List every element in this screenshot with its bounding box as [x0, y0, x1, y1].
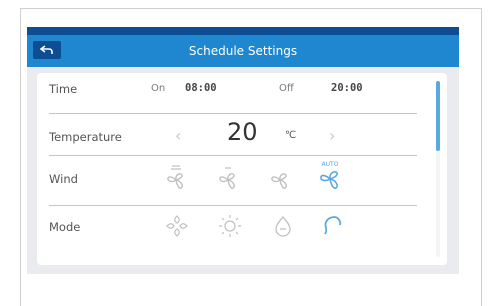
fan-auto-label: AUTO [322, 161, 339, 168]
temperature-decrease-button[interactable]: ‹ [175, 126, 181, 145]
fan-high-icon[interactable] [269, 163, 291, 191]
row-divider [49, 155, 417, 156]
wind-label: Wind [49, 172, 78, 186]
temperature-value: 20 [227, 118, 258, 146]
on-label: On [151, 83, 166, 94]
off-label: Off [279, 83, 294, 94]
controller-screen: Schedule Settings Time On 08:00 Off 20:0… [27, 27, 459, 274]
fan-auto-icon[interactable]: AUTO [317, 159, 343, 191]
settings-panel: Time On 08:00 Off 20:00 Temperature ‹ 20… [37, 73, 447, 265]
scrollbar[interactable] [436, 81, 440, 257]
temperature-increase-button[interactable]: › [329, 126, 335, 145]
fan-medium-icon[interactable] [217, 163, 239, 191]
row-divider [49, 113, 417, 114]
temperature-unit: ℃ [285, 130, 297, 141]
row-divider [49, 205, 417, 206]
wind-row: Wind AUTO [49, 161, 417, 219]
cool-icon[interactable] [165, 214, 189, 238]
temperature-label: Temperature [49, 130, 122, 144]
fan-low-icon[interactable] [165, 163, 187, 191]
mode-label: Mode [49, 220, 81, 234]
scrollbar-thumb[interactable] [436, 81, 440, 151]
page-title: Schedule Settings [188, 44, 298, 58]
mode-row: Mode [49, 214, 417, 267]
on-time-value[interactable]: 08:00 [185, 82, 217, 94]
dry-icon[interactable] [271, 214, 295, 238]
sun-icon[interactable] [217, 213, 243, 239]
header-bar: Schedule Settings [27, 27, 459, 67]
heat-icon[interactable] [319, 213, 345, 239]
off-time-value[interactable]: 20:00 [331, 82, 363, 94]
time-label: Time [49, 82, 78, 96]
